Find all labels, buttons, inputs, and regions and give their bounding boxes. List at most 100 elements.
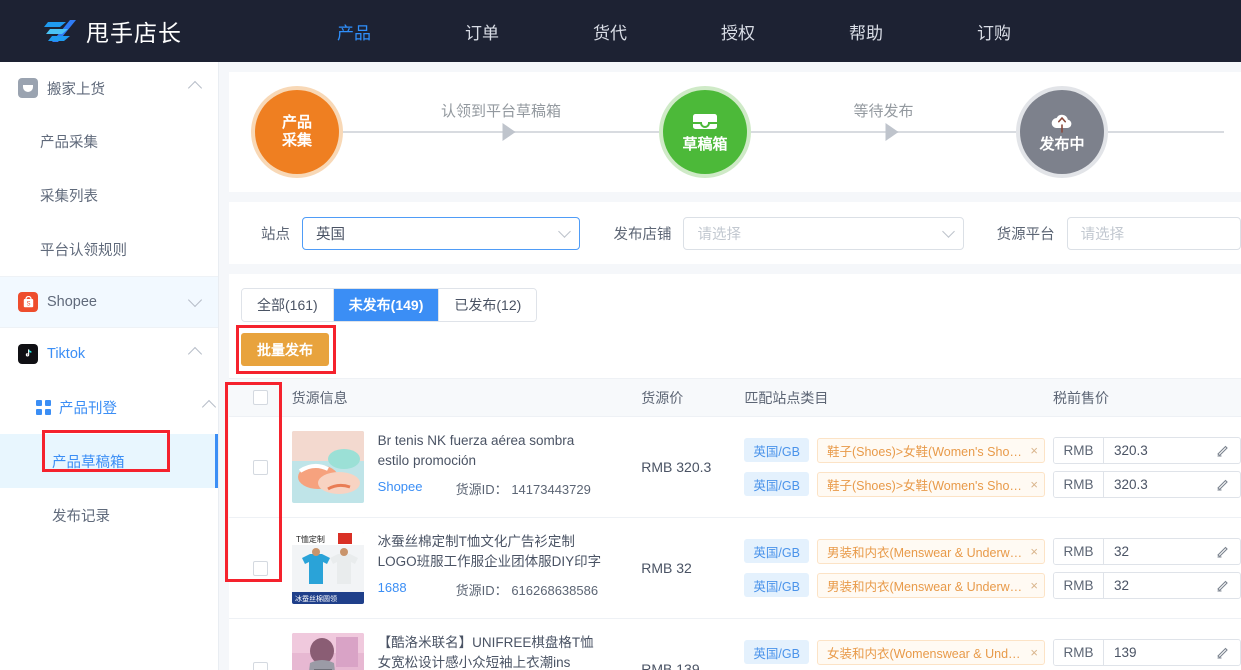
chevron-up-icon[interactable] xyxy=(187,346,203,362)
sidebar-item-publish-records[interactable]: 发布记录 xyxy=(0,488,218,542)
row-checkbox[interactable] xyxy=(253,560,268,576)
sidebar-item-product-draftbox[interactable]: 产品草稿箱 xyxy=(0,434,218,488)
category-tag[interactable]: 鞋子(Shoes)>女鞋(Women's Shoes… × xyxy=(816,437,1045,463)
row-category-cell: 英国/GB 鞋子(Shoes)>女鞋(Women's Shoes… × 英国/G… xyxy=(744,416,1045,518)
tab-unpublished[interactable]: 未发布(149) xyxy=(333,289,440,321)
pencil-icon[interactable] xyxy=(1206,472,1240,497)
currency-label: RMB xyxy=(1054,639,1104,665)
row-checkbox[interactable] xyxy=(253,661,268,670)
step-product-collect[interactable]: 产品 采集 xyxy=(255,90,339,174)
source-price: RMB 32 xyxy=(641,560,692,576)
site-tag: 英国/GB xyxy=(744,573,809,597)
svg-text:T恤定制: T恤定制 xyxy=(296,534,325,544)
shop-select[interactable]: 请选择 xyxy=(683,216,964,250)
price-input-group[interactable]: RMB 32 xyxy=(1053,571,1241,599)
category-name: 男装和内衣(Menswear & Underwe… xyxy=(826,579,1025,594)
tab-published[interactable]: 已发布(12) xyxy=(439,289,537,321)
row-pretax-price-cell: RMB 320.3 RMB 320.3 xyxy=(1045,416,1241,518)
pencil-icon[interactable] xyxy=(1206,573,1240,598)
product-source-id: 货源ID： 616268638586 xyxy=(455,583,599,598)
tiktok-icon xyxy=(18,344,38,364)
category-name: 男装和内衣(Menswear & Underwe… xyxy=(826,545,1025,560)
sidebar: 搬家上货 产品采集 采集列表 平台认领规则 S Shopee Tiktok 产品… xyxy=(0,62,219,670)
pencil-icon[interactable] xyxy=(1206,640,1240,665)
price-input-group[interactable]: RMB 139 xyxy=(1053,638,1241,666)
chevron-up-icon[interactable] xyxy=(187,80,203,96)
price-value[interactable]: 32 xyxy=(1104,539,1206,564)
close-icon[interactable]: × xyxy=(1030,578,1038,593)
close-icon[interactable]: × xyxy=(1030,477,1038,492)
brand-logo-area[interactable]: 甩手店长 xyxy=(44,14,290,48)
site-select[interactable]: 英国 xyxy=(302,216,581,250)
price-value[interactable]: 32 xyxy=(1104,573,1206,598)
row-source-price-cell: RMB 32 xyxy=(641,517,745,619)
category-tag[interactable]: 男装和内衣(Menswear & Underwe… × xyxy=(816,538,1045,564)
category-tag[interactable]: 女装和内衣(Womenswear & Unde… × xyxy=(816,639,1045,665)
row-info-cell: Br tenis NK fuerza aérea sombra estilo p… xyxy=(291,416,642,518)
nav-item-orders[interactable]: 订单 xyxy=(418,19,546,44)
status-tabs: 全部(161) 未发布(149) 已发布(12) xyxy=(241,288,538,322)
batch-publish-button[interactable]: 批量发布 xyxy=(241,333,329,366)
sidebar-item-platform-rules[interactable]: 平台认领规则 xyxy=(0,222,218,276)
close-icon[interactable]: × xyxy=(1030,645,1038,660)
price-value[interactable]: 320.3 xyxy=(1104,438,1206,463)
price-input-group[interactable]: RMB 320.3 xyxy=(1053,436,1241,464)
nav-item-freight[interactable]: 货代 xyxy=(546,19,674,44)
product-title: 冰蚕丝棉定制T恤文化广告衫定制LOGO班服工作服企业团体服DIY印字 xyxy=(377,534,602,569)
products-table: 货源信息 货源价 匹配站点类目 税前售价 Br tenis NK fuerza … xyxy=(229,378,1241,670)
row-pretax-price-cell: RMB 32 RMB 32 xyxy=(1045,517,1241,619)
nav-item-authorization[interactable]: 授权 xyxy=(674,19,802,44)
workflow-steps: 产品 采集 认领到平台草稿箱 草稿箱 等待发布 发布中 xyxy=(229,72,1241,192)
sidebar-item-collect-list[interactable]: 采集列表 xyxy=(0,168,218,222)
shoes-thumbnail[interactable] xyxy=(291,431,364,503)
nav-item-help[interactable]: 帮助 xyxy=(802,19,930,44)
row-category-cell: 英国/GB 女装和内衣(Womenswear & Unde… × 英国/GB xyxy=(744,618,1045,670)
pencil-icon[interactable] xyxy=(1206,539,1240,564)
cloud-upload-icon xyxy=(1051,114,1072,133)
nav-item-products[interactable]: 产品 xyxy=(290,19,418,44)
category-tag[interactable]: 男装和内衣(Menswear & Underwe… × xyxy=(816,572,1045,598)
close-icon[interactable]: × xyxy=(1030,443,1038,458)
step-publishing[interactable]: 发布中 xyxy=(1020,90,1104,174)
table-row: T恤定制 冰蚕丝棉圆领 冰蚕丝棉定制T恤文化广告衫定制LOGO班服工作服企业团体… xyxy=(229,517,1241,619)
chevron-up-icon[interactable] xyxy=(201,399,217,415)
shopee-icon: S xyxy=(18,292,38,312)
category-tag[interactable]: 鞋子(Shoes)>女鞋(Women's Shoes… × xyxy=(816,471,1045,497)
product-source-platform[interactable]: Shopee xyxy=(378,479,456,498)
chevron-down-icon[interactable] xyxy=(187,292,203,307)
row-info-cell: 【酷洛米联名】UNIFREE棋盘格T恤女宽松设计感小众短袖上衣潮ins 天猫 货… xyxy=(291,618,642,670)
price-value[interactable]: 139 xyxy=(1104,640,1206,665)
connector-label: 等待发布 xyxy=(853,103,914,120)
step-draftbox[interactable]: 草稿箱 xyxy=(663,90,747,174)
product-source-platform[interactable]: 1688 xyxy=(378,580,456,599)
sidebar-group-tiktok[interactable]: Tiktok xyxy=(0,328,218,380)
close-icon[interactable]: × xyxy=(1030,544,1038,559)
draftbox-panel: 全部(161) 未发布(149) 已发布(12) 批量发布 货源信息 货源价 匹… xyxy=(225,274,1241,670)
price-value[interactable]: 320.3 xyxy=(1104,472,1206,497)
top-navigation-bar: 甩手店长 产品 订单 货代 授权 帮助 订购 xyxy=(0,0,1241,62)
sidebar-group-label: Shopee xyxy=(47,294,97,310)
price-input-group[interactable]: RMB 320.3 xyxy=(1053,470,1241,498)
sidebar-group-shopee[interactable]: S Shopee xyxy=(0,276,218,328)
tab-all[interactable]: 全部(161) xyxy=(242,289,334,321)
pencil-icon[interactable] xyxy=(1206,438,1240,463)
category-row: 英国/GB 鞋子(Shoes)>女鞋(Women's Shoes… × xyxy=(744,437,1045,464)
sidebar-group-moving[interactable]: 搬家上货 xyxy=(0,62,218,114)
sidebar-item-product-collect[interactable]: 产品采集 xyxy=(0,114,218,168)
svg-text:S: S xyxy=(26,301,30,307)
girl-tshirt-thumbnail[interactable] xyxy=(291,633,364,670)
brand-logo-icon xyxy=(44,20,76,42)
category-row: 英国/GB 男装和内衣(Menswear & Underwe… × xyxy=(744,538,1045,565)
row-checkbox[interactable] xyxy=(253,459,268,475)
row-source-price-cell: RMB 320.3 xyxy=(641,416,745,518)
sidebar-item-product-listing[interactable]: 产品刊登 xyxy=(0,380,218,434)
nav-item-subscribe[interactable]: 订购 xyxy=(930,19,1058,44)
price-input-group[interactable]: RMB 32 xyxy=(1053,537,1241,565)
platform-select[interactable]: 请选择 xyxy=(1066,216,1241,250)
select-all-checkbox[interactable] xyxy=(253,390,268,405)
step-connector-1: 认领到平台草稿箱 xyxy=(339,90,663,174)
table-header-row: 货源信息 货源价 匹配站点类目 税前售价 xyxy=(229,378,1241,417)
shop-select-placeholder: 请选择 xyxy=(697,226,741,243)
category-row: 英国/GB 男装和内衣(Menswear & Underwe… × xyxy=(744,572,1045,599)
tshirt-thumbnail[interactable]: T恤定制 冰蚕丝棉圆领 xyxy=(291,532,364,604)
